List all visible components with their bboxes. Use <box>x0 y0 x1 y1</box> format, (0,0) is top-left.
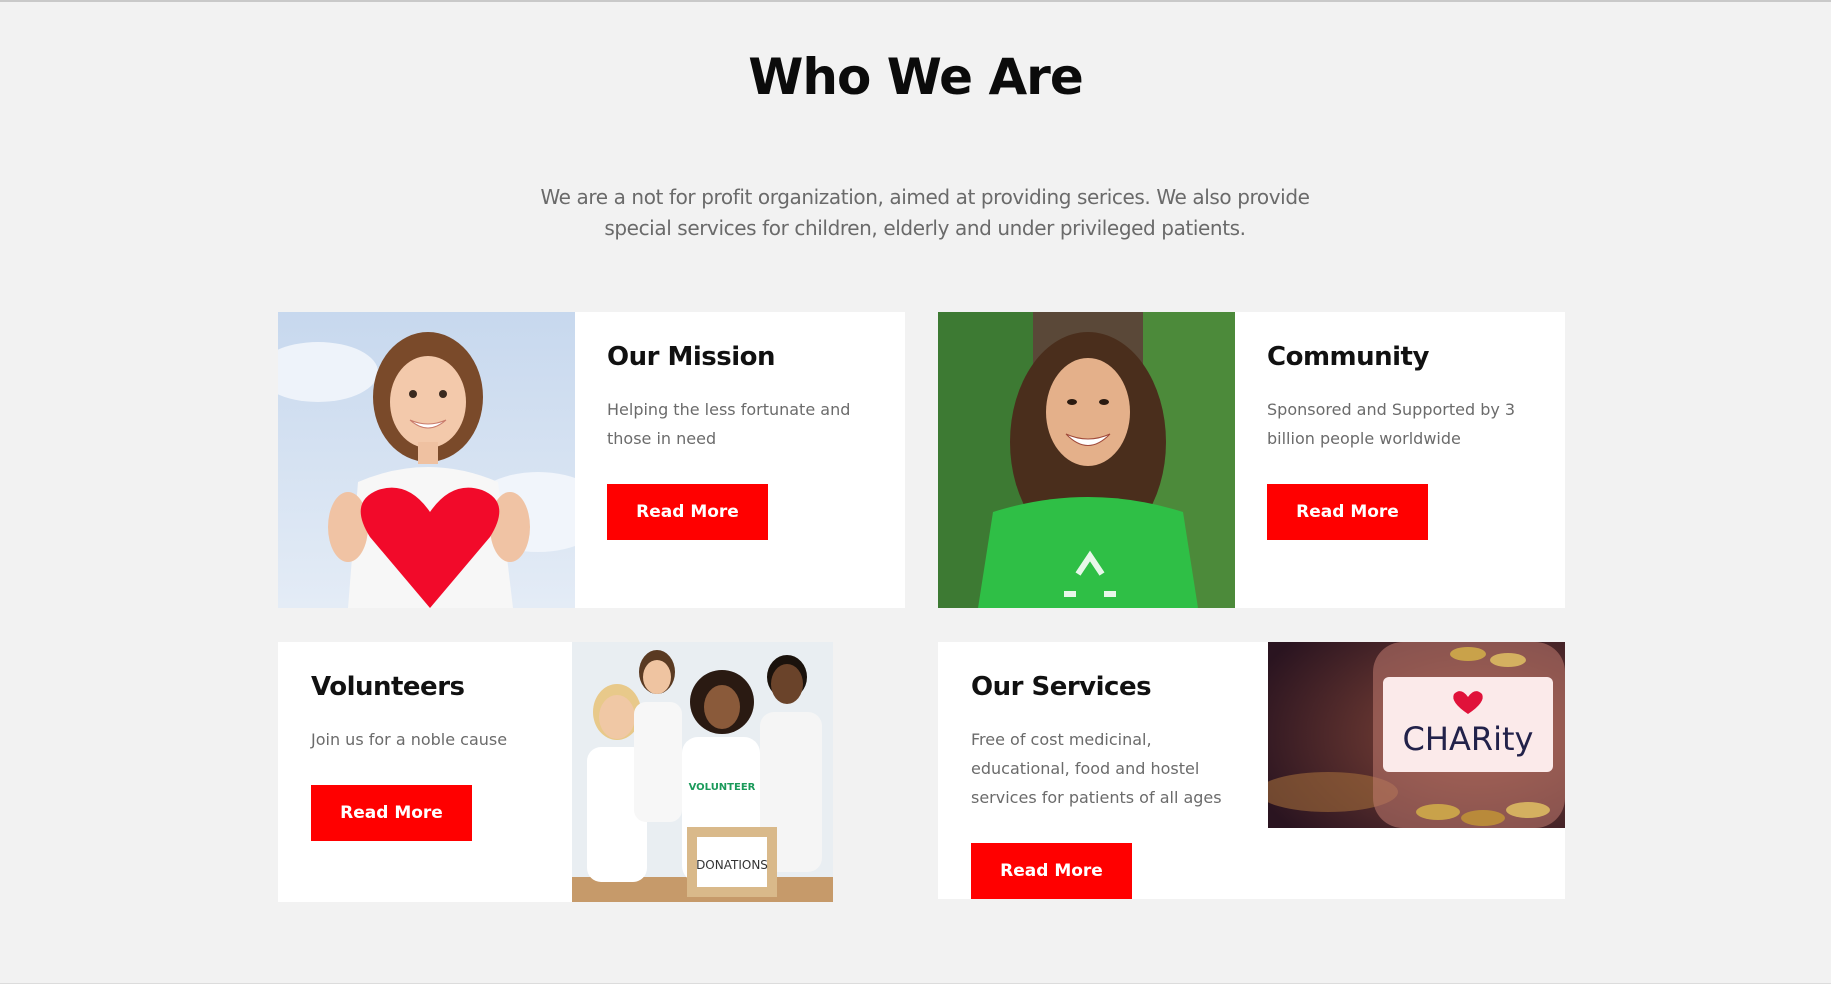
volunteers-group-photo: VOLUNTEER DONATIONS <box>572 642 833 902</box>
card-title: Our Services <box>971 672 1152 702</box>
charity-label-text: CHARity <box>1403 720 1534 758</box>
girl-holding-heart-photo <box>278 312 575 608</box>
read-more-button[interactable]: Read More <box>311 785 472 841</box>
read-more-button[interactable]: Read More <box>1267 484 1428 540</box>
card-title: Volunteers <box>311 672 465 702</box>
top-divider <box>0 0 1831 2</box>
card-volunteers: Volunteers Join us for a noble cause Rea… <box>278 642 833 902</box>
read-more-button[interactable]: Read More <box>607 484 768 540</box>
card-description: Free of cost medicinal, educational, foo… <box>971 730 1222 807</box>
card-our-mission: Our Mission Helping the less fortunate a… <box>278 312 905 608</box>
card-description: Sponsored and Supported by 3 billion peo… <box>1267 400 1516 448</box>
card-description: Join us for a noble cause <box>311 730 508 749</box>
card-description: Helping the less fortunate and those in … <box>607 400 851 448</box>
intro-text: We are a not for profit organization, ai… <box>540 185 1310 240</box>
read-more-button[interactable]: Read More <box>971 843 1132 899</box>
card-our-services: Our Services Free of cost medicinal, edu… <box>938 642 1565 899</box>
card-title: Our Mission <box>607 342 776 372</box>
page-title: Who We Are <box>748 48 1083 106</box>
svg-text:VOLUNTEER: VOLUNTEER <box>689 782 756 793</box>
card-community: Community Sponsored and Supported by 3 b… <box>938 312 1565 608</box>
smiling-woman-recycle-shirt-photo <box>938 312 1235 608</box>
charity-jar-photo: CHARity <box>1268 642 1565 828</box>
card-title: Community <box>1267 342 1429 372</box>
donations-box-label: DONATIONS <box>696 858 768 872</box>
